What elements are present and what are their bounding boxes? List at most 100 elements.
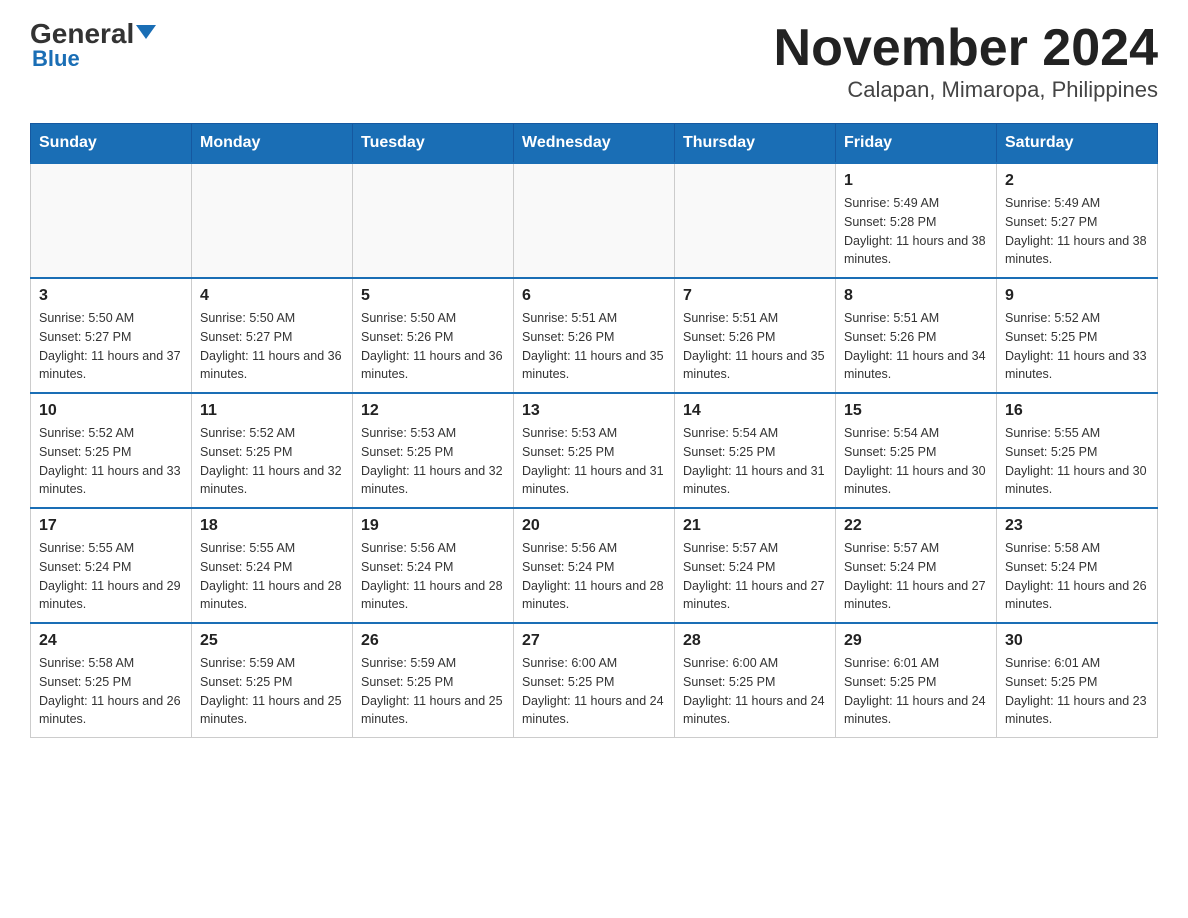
day-number: 17 xyxy=(39,517,183,535)
day-info: Sunrise: 5:56 AMSunset: 5:24 PMDaylight:… xyxy=(522,539,666,614)
day-number: 1 xyxy=(844,172,988,190)
day-number: 24 xyxy=(39,632,183,650)
day-of-week-header: Saturday xyxy=(997,124,1158,164)
week-row: 10 Sunrise: 5:52 AMSunset: 5:25 PMDayligh… xyxy=(31,393,1158,508)
page-header: General Blue November 2024 Calapan, Mima… xyxy=(30,20,1158,103)
calendar-cell: 18Sunrise: 5:55 AMSunset: 5:24 PMDayligh… xyxy=(192,508,353,623)
week-row: 17 Sunrise: 5:55 AMSunset: 5:24 PMDayligh… xyxy=(31,508,1158,623)
day-info: Sunrise: 5:52 AMSunset: 5:25 PMDaylight:… xyxy=(39,424,183,499)
calendar-cell xyxy=(31,163,192,278)
calendar-cell: 15 Sunrise: 5:54 AMSunset: 5:25 PMDayligh… xyxy=(836,393,997,508)
day-number: 13 xyxy=(522,402,666,420)
day-number: 6 xyxy=(522,287,666,305)
title-area: November 2024 Calapan, Mimaropa, Philipp… xyxy=(774,20,1158,103)
calendar-cell: 28 Sunrise: 6:00 AMSunset: 5:25 PMDayligh… xyxy=(675,623,836,738)
day-number: 28 xyxy=(683,632,827,650)
day-info: Sunrise: 6:00 AMSunset: 5:25 PMDaylight:… xyxy=(683,654,827,729)
calendar-cell: 9Sunrise: 5:52 AMSunset: 5:25 PMDaylight… xyxy=(997,278,1158,393)
day-number: 14 xyxy=(683,402,827,420)
calendar-cell: 2 Sunrise: 5:49 AMSunset: 5:27 PMDaylight… xyxy=(997,163,1158,278)
day-info: Sunrise: 5:55 AMSunset: 5:24 PMDaylight:… xyxy=(200,539,344,614)
calendar-cell: 13 Sunrise: 5:53 AMSunset: 5:25 PMDayligh… xyxy=(514,393,675,508)
calendar-cell: 1 Sunrise: 5:49 AMSunset: 5:28 PMDaylight… xyxy=(836,163,997,278)
calendar-cell: 8 Sunrise: 5:51 AMSunset: 5:26 PMDaylight… xyxy=(836,278,997,393)
day-info: Sunrise: 5:54 AMSunset: 5:25 PMDaylight:… xyxy=(844,424,988,499)
day-info: Sunrise: 5:53 AMSunset: 5:25 PMDaylight:… xyxy=(361,424,505,499)
calendar-cell xyxy=(675,163,836,278)
day-number: 2 xyxy=(1005,172,1149,190)
calendar-cell: 4Sunrise: 5:50 AMSunset: 5:27 PMDaylight… xyxy=(192,278,353,393)
day-info: Sunrise: 5:56 AMSunset: 5:24 PMDaylight:… xyxy=(361,539,505,614)
calendar-cell: 10 Sunrise: 5:52 AMSunset: 5:25 PMDayligh… xyxy=(31,393,192,508)
day-number: 8 xyxy=(844,287,988,305)
day-of-week-header: Tuesday xyxy=(353,124,514,164)
day-of-week-header: Monday xyxy=(192,124,353,164)
day-number: 26 xyxy=(361,632,505,650)
day-info: Sunrise: 5:59 AMSunset: 5:25 PMDaylight:… xyxy=(361,654,505,729)
calendar-table: SundayMondayTuesdayWednesdayThursdayFrid… xyxy=(30,123,1158,738)
day-info: Sunrise: 5:49 AMSunset: 5:28 PMDaylight:… xyxy=(844,194,988,269)
day-info: Sunrise: 5:54 AMSunset: 5:25 PMDaylight:… xyxy=(683,424,827,499)
day-info: Sunrise: 5:57 AMSunset: 5:24 PMDaylight:… xyxy=(844,539,988,614)
day-number: 5 xyxy=(361,287,505,305)
day-info: Sunrise: 5:57 AMSunset: 5:24 PMDaylight:… xyxy=(683,539,827,614)
calendar-cell: 17 Sunrise: 5:55 AMSunset: 5:24 PMDayligh… xyxy=(31,508,192,623)
day-number: 20 xyxy=(522,517,666,535)
day-info: Sunrise: 5:53 AMSunset: 5:25 PMDaylight:… xyxy=(522,424,666,499)
calendar-cell: 19 Sunrise: 5:56 AMSunset: 5:24 PMDayligh… xyxy=(353,508,514,623)
day-info: Sunrise: 5:52 AMSunset: 5:25 PMDaylight:… xyxy=(200,424,344,499)
calendar-cell: 25 Sunrise: 5:59 AMSunset: 5:25 PMDayligh… xyxy=(192,623,353,738)
logo: General Blue xyxy=(30,20,156,72)
day-info: Sunrise: 5:49 AMSunset: 5:27 PMDaylight:… xyxy=(1005,194,1149,269)
day-number: 22 xyxy=(844,517,988,535)
calendar-cell xyxy=(192,163,353,278)
day-info: Sunrise: 5:58 AMSunset: 5:24 PMDaylight:… xyxy=(1005,539,1149,614)
day-info: Sunrise: 5:50 AMSunset: 5:27 PMDaylight:… xyxy=(200,309,344,384)
logo-triangle-icon xyxy=(136,25,156,39)
day-of-week-header: Wednesday xyxy=(514,124,675,164)
day-info: Sunrise: 5:50 AMSunset: 5:27 PMDaylight:… xyxy=(39,309,183,384)
day-number: 15 xyxy=(844,402,988,420)
day-number: 21 xyxy=(683,517,827,535)
calendar-cell: 5 Sunrise: 5:50 AMSunset: 5:26 PMDaylight… xyxy=(353,278,514,393)
calendar-cell xyxy=(514,163,675,278)
day-info: Sunrise: 5:55 AMSunset: 5:25 PMDaylight:… xyxy=(1005,424,1149,499)
logo-blue-text: Blue xyxy=(32,46,80,72)
day-number: 11 xyxy=(200,402,344,420)
day-of-week-header: Thursday xyxy=(675,124,836,164)
day-info: Sunrise: 5:51 AMSunset: 5:26 PMDaylight:… xyxy=(844,309,988,384)
day-number: 16 xyxy=(1005,402,1149,420)
week-row: 1 Sunrise: 5:49 AMSunset: 5:28 PMDaylight… xyxy=(31,163,1158,278)
day-number: 19 xyxy=(361,517,505,535)
calendar-cell: 16 Sunrise: 5:55 AMSunset: 5:25 PMDayligh… xyxy=(997,393,1158,508)
calendar-cell: 12Sunrise: 5:53 AMSunset: 5:25 PMDayligh… xyxy=(353,393,514,508)
calendar-title: November 2024 xyxy=(774,20,1158,77)
day-info: Sunrise: 5:58 AMSunset: 5:25 PMDaylight:… xyxy=(39,654,183,729)
calendar-cell: 22 Sunrise: 5:57 AMSunset: 5:24 PMDayligh… xyxy=(836,508,997,623)
day-number: 25 xyxy=(200,632,344,650)
calendar-cell: 3 Sunrise: 5:50 AMSunset: 5:27 PMDaylight… xyxy=(31,278,192,393)
day-info: Sunrise: 5:59 AMSunset: 5:25 PMDaylight:… xyxy=(200,654,344,729)
day-number: 27 xyxy=(522,632,666,650)
calendar-cell: 30 Sunrise: 6:01 AMSunset: 5:25 PMDayligh… xyxy=(997,623,1158,738)
calendar-cell: 14 Sunrise: 5:54 AMSunset: 5:25 PMDayligh… xyxy=(675,393,836,508)
calendar-cell xyxy=(353,163,514,278)
calendar-header-row: SundayMondayTuesdayWednesdayThursdayFrid… xyxy=(31,124,1158,164)
calendar-cell: 11 Sunrise: 5:52 AMSunset: 5:25 PMDayligh… xyxy=(192,393,353,508)
logo-general-text: General xyxy=(30,18,134,49)
week-row: 3 Sunrise: 5:50 AMSunset: 5:27 PMDaylight… xyxy=(31,278,1158,393)
day-number: 10 xyxy=(39,402,183,420)
day-info: Sunrise: 5:50 AMSunset: 5:26 PMDaylight:… xyxy=(361,309,505,384)
day-number: 3 xyxy=(39,287,183,305)
calendar-cell: 7Sunrise: 5:51 AMSunset: 5:26 PMDaylight… xyxy=(675,278,836,393)
day-number: 30 xyxy=(1005,632,1149,650)
day-info: Sunrise: 5:55 AMSunset: 5:24 PMDaylight:… xyxy=(39,539,183,614)
day-info: Sunrise: 5:51 AMSunset: 5:26 PMDaylight:… xyxy=(522,309,666,384)
calendar-cell: 23Sunrise: 5:58 AMSunset: 5:24 PMDayligh… xyxy=(997,508,1158,623)
calendar-cell: 26 Sunrise: 5:59 AMSunset: 5:25 PMDayligh… xyxy=(353,623,514,738)
day-info: Sunrise: 6:01 AMSunset: 5:25 PMDaylight:… xyxy=(1005,654,1149,729)
calendar-cell: 21 Sunrise: 5:57 AMSunset: 5:24 PMDayligh… xyxy=(675,508,836,623)
day-info: Sunrise: 6:01 AMSunset: 5:25 PMDaylight:… xyxy=(844,654,988,729)
week-row: 24 Sunrise: 5:58 AMSunset: 5:25 PMDayligh… xyxy=(31,623,1158,738)
day-of-week-header: Sunday xyxy=(31,124,192,164)
